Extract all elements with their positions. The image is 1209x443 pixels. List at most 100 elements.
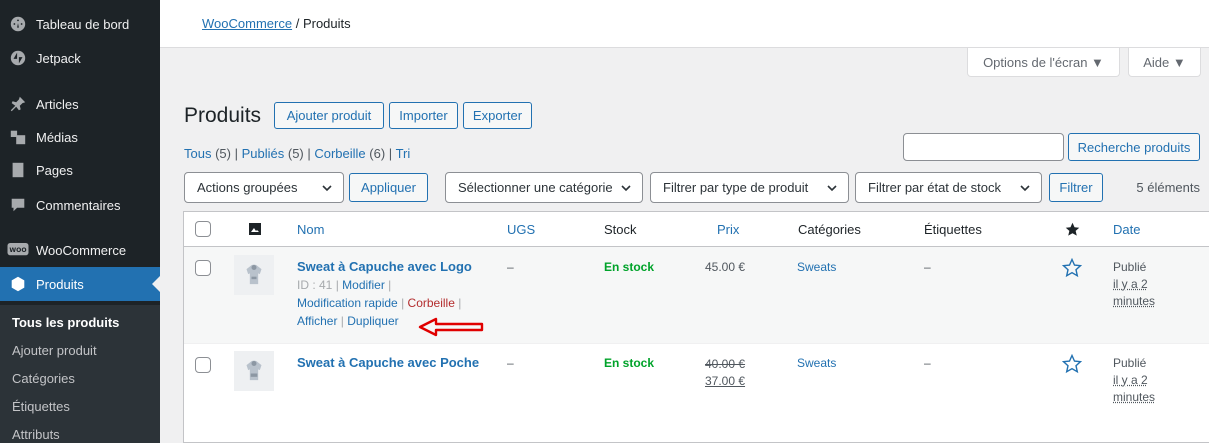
sidebar-item-pages[interactable]: Pages [0, 153, 160, 187]
svg-text:WOO: WOO [9, 247, 26, 254]
category-link[interactable]: Sweats [797, 260, 836, 274]
search-products-button[interactable]: Recherche produits [1068, 133, 1200, 161]
products-submenu: Tous les produits Ajouter produit Catégo… [0, 305, 160, 443]
image-icon [249, 223, 261, 235]
table-row: Sweat à Capuche avec Logo ID : 41 | Modi… [184, 247, 1209, 343]
product-type-filter-value: Filtrer par type de produit [663, 180, 809, 195]
column-sku-header[interactable]: UGS [507, 222, 535, 237]
featured-star-icon[interactable] [1062, 354, 1082, 374]
view-published-link[interactable]: Publiés (5) [242, 146, 304, 161]
column-price-header[interactable]: Prix [717, 222, 739, 237]
select-all-checkbox[interactable] [195, 221, 211, 237]
column-categories-header: Catégories [798, 222, 861, 237]
column-name-header[interactable]: Nom [297, 222, 324, 237]
submenu-tags[interactable]: Étiquettes [12, 399, 70, 414]
stock-status: En stock [604, 356, 655, 370]
sidebar-item-comments[interactable]: Commentaires [0, 188, 160, 222]
add-product-button[interactable]: Ajouter produit [274, 102, 384, 129]
featured-star-icon[interactable] [1065, 222, 1080, 237]
column-date-header[interactable]: Date [1113, 222, 1140, 237]
category-filter-select[interactable]: Sélectionner une catégorie [445, 172, 643, 203]
export-button[interactable]: Exporter [463, 102, 532, 129]
product-id: ID : 41 [297, 278, 333, 292]
date-ago-line1: il y a 2 [1113, 373, 1148, 387]
date-ago-line2: minutes [1113, 294, 1156, 308]
view-all-link[interactable]: Tous (5) [184, 146, 231, 161]
chevron-down-icon [322, 185, 332, 192]
hoodie-icon [246, 360, 262, 381]
pin-icon [0, 95, 36, 113]
price-cell: 40.00 € 37.00 € [705, 356, 745, 390]
product-name-link[interactable]: Sweat à Capuche avec Logo [297, 259, 472, 274]
import-button[interactable]: Importer [389, 102, 458, 129]
sidebar-item-products[interactable]: Produits [0, 267, 160, 301]
category-filter-value: Sélectionner une catégorie [458, 180, 613, 195]
sidebar-item-woocommerce[interactable]: WOO WooCommerce [0, 233, 160, 267]
sku-value: – [507, 356, 514, 370]
sidebar-item-articles[interactable]: Articles [0, 87, 160, 121]
sidebar-item-label: Tableau de bord [36, 16, 130, 32]
date-cell: Publié il y a 2 minutes [1113, 259, 1155, 310]
column-stock-header: Stock [604, 222, 637, 237]
breadcrumb-separator: / [295, 16, 300, 31]
media-icon [0, 128, 36, 146]
quick-edit-link[interactable]: Modification rapide [297, 296, 398, 310]
sidebar-item-label: Médias [36, 129, 78, 145]
breadcrumb-woocommerce-link[interactable]: WooCommerce [202, 16, 292, 31]
view-link[interactable]: Afficher [297, 314, 337, 328]
bulk-actions-select[interactable]: Actions groupées [184, 172, 344, 203]
trash-link[interactable]: Corbeille [408, 296, 455, 310]
breadcrumb-current: Produits [302, 16, 351, 31]
hoodie-icon [246, 264, 262, 285]
items-count: 5 éléments [1136, 180, 1200, 195]
products-icon [0, 275, 36, 293]
row-checkbox[interactable] [195, 357, 211, 373]
date-ago-line1: il y a 2 [1113, 277, 1148, 291]
sidebar-item-label: Pages [36, 162, 73, 178]
sidebar-item-label: Articles [36, 96, 79, 112]
table-row: Sweat à Capuche avec Poche – En stock 40… [184, 343, 1209, 415]
screen-options-button[interactable]: Options de l'écran ▼ [967, 48, 1120, 77]
products-table: Nom UGS Stock Prix Catégories Étiquettes… [183, 211, 1209, 443]
search-input[interactable] [903, 133, 1064, 161]
row-checkbox[interactable] [195, 260, 211, 276]
featured-star-icon[interactable] [1062, 258, 1082, 278]
apply-bulk-button[interactable]: Appliquer [349, 173, 428, 202]
regular-price: 40.00 € [705, 357, 746, 371]
category-link[interactable]: Sweats [797, 356, 836, 370]
submenu-categories[interactable]: Catégories [12, 371, 75, 386]
status-views: Tous (5) | Publiés (5) | Corbeille (6) |… [184, 146, 411, 161]
submenu-attributes[interactable]: Attributs [12, 427, 60, 442]
submenu-all-products[interactable]: Tous les produits [12, 315, 119, 330]
chevron-down-icon [827, 185, 837, 192]
woo-icon: WOO [0, 243, 36, 257]
view-sort-link[interactable]: Tri [396, 146, 411, 161]
sidebar-item-label: Jetpack [36, 50, 81, 66]
submenu-add-product[interactable]: Ajouter produit [12, 343, 97, 358]
publish-status: Publié [1113, 356, 1147, 370]
edit-link[interactable]: Modifier [342, 278, 385, 292]
sale-price: 37.00 € [705, 374, 746, 388]
sidebar-item-dashboard[interactable]: Tableau de bord [0, 7, 160, 41]
stock-status: En stock [604, 260, 655, 274]
bulk-actions-value: Actions groupées [197, 180, 298, 195]
product-name-link[interactable]: Sweat à Capuche avec Poche [297, 355, 479, 370]
stock-status-filter-select[interactable]: Filtrer par état de stock [855, 172, 1042, 203]
sidebar-item-label: Produits [36, 276, 84, 292]
admin-sidebar: Tableau de bord Jetpack Articles Médias … [0, 0, 160, 443]
tags-value: – [924, 356, 931, 370]
view-trash-link[interactable]: Corbeille (6) [314, 146, 385, 161]
price-value: 45.00 € [705, 260, 746, 274]
pages-icon [0, 161, 36, 179]
product-thumbnail[interactable] [234, 351, 274, 391]
sidebar-item-medias[interactable]: Médias [0, 120, 160, 154]
duplicate-link[interactable]: Dupliquer [347, 314, 398, 328]
jetpack-icon [0, 49, 36, 67]
sidebar-item-jetpack[interactable]: Jetpack [0, 41, 160, 75]
filter-button[interactable]: Filtrer [1049, 173, 1103, 202]
date-cell: Publié il y a 2 minutes [1113, 355, 1155, 406]
product-type-filter-select[interactable]: Filtrer par type de produit [650, 172, 849, 203]
help-button[interactable]: Aide ▼ [1128, 48, 1201, 77]
breadcrumb: WooCommerce / Produits [202, 16, 351, 31]
product-thumbnail[interactable] [234, 255, 274, 295]
